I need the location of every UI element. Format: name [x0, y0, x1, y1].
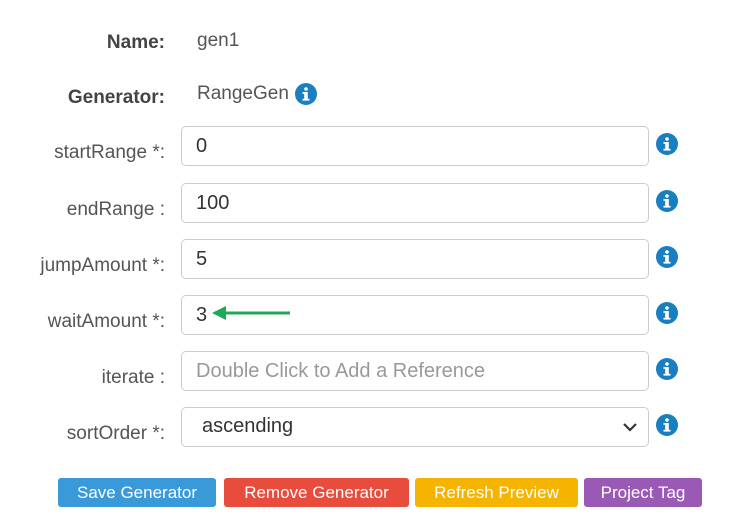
iterate-input[interactable] — [181, 351, 649, 391]
end-range-input[interactable] — [181, 183, 649, 223]
name-value-text: gen1 — [197, 30, 240, 51]
name-label: Name: — [106, 32, 165, 53]
start-range-label: startRange *: — [54, 142, 165, 163]
name-value: gen1 — [197, 30, 239, 52]
end-range-label: endRange : — [66, 199, 165, 220]
jump-amount-input[interactable] — [181, 239, 649, 279]
save-generator-button[interactable]: Save Generator — [58, 478, 216, 507]
jump-amount-label: jumpAmount *: — [40, 255, 165, 276]
generator-label: Generator: — [67, 87, 165, 108]
project-tag-button[interactable]: Project Tag — [584, 478, 702, 507]
info-icon[interactable] — [656, 302, 678, 324]
start-range-input[interactable] — [181, 126, 649, 166]
remove-generator-button[interactable]: Remove Generator — [224, 478, 409, 507]
generator-value-text: RangeGen — [197, 83, 289, 104]
sort-order-selected: ascending — [202, 415, 294, 437]
generator-value: RangeGen — [197, 83, 317, 105]
info-icon[interactable] — [294, 83, 317, 105]
sort-order-label: sortOrder *: — [66, 423, 165, 444]
chevron-down-icon — [623, 423, 637, 432]
info-icon[interactable] — [656, 414, 678, 436]
iterate-label: iterate : — [101, 367, 165, 388]
info-icon[interactable] — [656, 246, 678, 268]
info-icon[interactable] — [656, 190, 678, 212]
wait-amount-label: waitAmount *: — [47, 311, 165, 332]
refresh-preview-button[interactable]: Refresh Preview — [415, 478, 578, 507]
sort-order-select[interactable]: ascending — [181, 407, 649, 447]
info-icon[interactable] — [656, 358, 678, 380]
info-icon[interactable] — [656, 133, 678, 155]
arrow-left-icon — [212, 306, 290, 320]
